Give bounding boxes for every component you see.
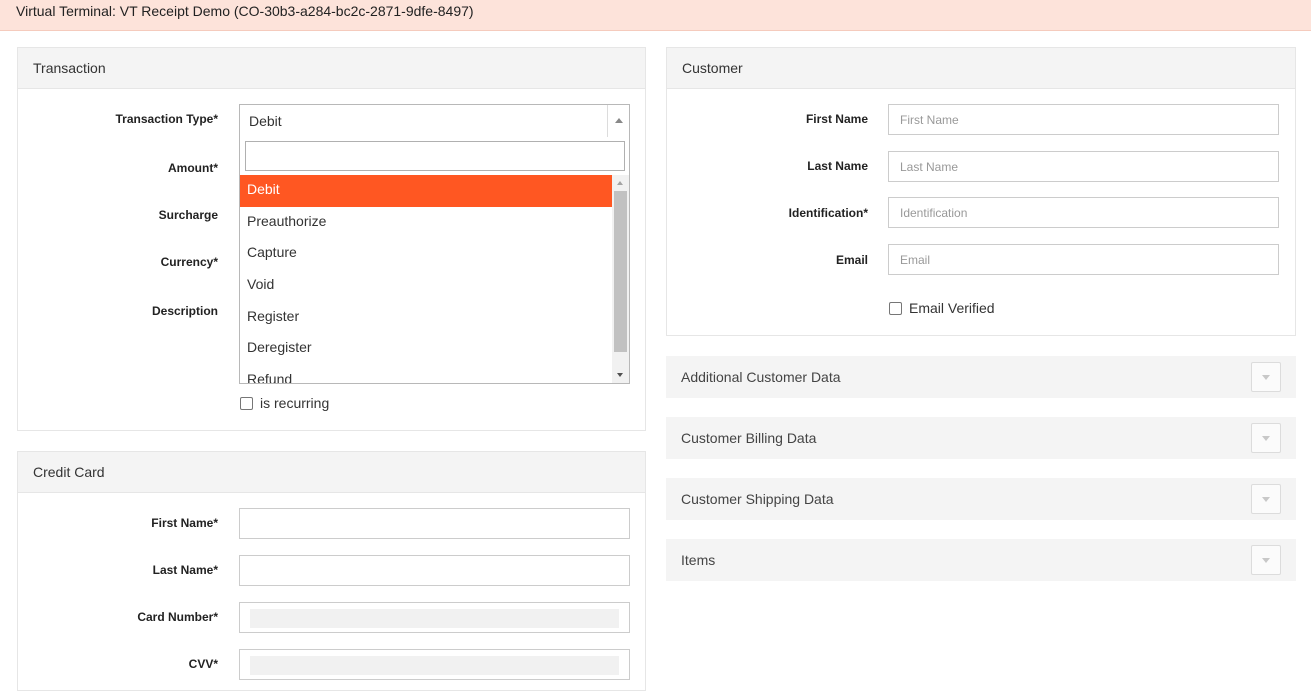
dropdown-option-refund[interactable]: Refund <box>240 365 612 383</box>
cvv-label: CVV* <box>188 657 218 671</box>
section-title: Customer Shipping Data <box>681 491 834 507</box>
credit-card-panel-title: Credit Card <box>18 452 645 493</box>
is-recurring-label: is recurring <box>260 395 330 411</box>
identification-placeholder: Identification <box>900 206 968 220</box>
surcharge-label: Surcharge <box>158 208 218 222</box>
dropdown-search-input[interactable] <box>245 141 625 171</box>
cc-first-name-label: First Name* <box>151 516 218 530</box>
description-label: Description <box>151 304 218 318</box>
email-placeholder: Email <box>900 253 931 267</box>
dropdown-option-register[interactable]: Register <box>240 302 612 334</box>
chevron-down-icon <box>1262 497 1270 502</box>
dropdown-option-deregister[interactable]: Deregister <box>240 333 612 365</box>
cc-first-name-input[interactable] <box>239 508 630 539</box>
dropdown-option-capture[interactable]: Capture <box>240 238 612 270</box>
section-title: Items <box>681 552 716 568</box>
identification-input[interactable]: Identification <box>888 197 1279 228</box>
dropdown-options-list: Debit Preauthorize Capture Void Register… <box>240 175 612 383</box>
dropdown-option-preauthorize[interactable]: Preauthorize <box>240 207 612 239</box>
is-recurring-checkbox[interactable] <box>240 397 253 410</box>
cc-last-name-label: Last Name* <box>152 563 218 577</box>
card-number-input[interactable] <box>239 602 630 633</box>
expand-button[interactable] <box>1251 545 1281 575</box>
section-title: Customer Billing Data <box>681 430 817 446</box>
transaction-type-label: Transaction Type* <box>115 112 218 126</box>
card-number-label: Card Number* <box>137 610 218 624</box>
dropdown-option-void[interactable]: Void <box>240 270 612 302</box>
expand-button[interactable] <box>1251 423 1281 453</box>
section-customer-billing-data[interactable]: Customer Billing Data <box>666 417 1296 459</box>
transaction-type-value: Debit <box>249 113 282 129</box>
expand-button[interactable] <box>1251 484 1281 514</box>
customer-last-name-input[interactable]: Last Name <box>888 151 1279 182</box>
transaction-type-select[interactable]: Debit <box>239 104 630 138</box>
card-number-iframe[interactable] <box>250 609 619 628</box>
amount-label: Amount* <box>168 161 218 175</box>
customer-first-name-input[interactable]: First Name <box>888 104 1279 135</box>
transaction-type-dropdown: Debit Preauthorize Capture Void Register… <box>239 137 630 384</box>
expand-button[interactable] <box>1251 362 1281 392</box>
scroll-down-icon[interactable] <box>617 373 623 377</box>
customer-first-name-label: First Name <box>805 112 868 126</box>
chevron-down-icon <box>1262 558 1270 563</box>
scrollbar-thumb[interactable] <box>614 191 627 352</box>
cvv-input[interactable] <box>239 649 630 680</box>
currency-label: Currency* <box>160 255 218 269</box>
cc-last-name-input[interactable] <box>239 555 630 586</box>
cvv-iframe[interactable] <box>250 656 619 675</box>
window-title-bar: Virtual Terminal: VT Receipt Demo (CO-30… <box>0 0 1311 31</box>
section-customer-shipping-data[interactable]: Customer Shipping Data <box>666 478 1296 520</box>
customer-last-name-label: Last Name <box>807 159 868 173</box>
customer-panel-title: Customer <box>667 48 1295 89</box>
dropdown-option-debit[interactable]: Debit <box>240 175 612 207</box>
customer-last-name-placeholder: Last Name <box>900 160 959 174</box>
email-label: Email <box>835 253 868 267</box>
select-toggle[interactable] <box>607 105 629 137</box>
transaction-panel-title: Transaction <box>18 48 645 89</box>
email-verified-label: Email Verified <box>909 300 995 316</box>
identification-label: Identification* <box>788 206 868 220</box>
section-additional-customer-data[interactable]: Additional Customer Data <box>666 356 1296 398</box>
email-input[interactable]: Email <box>888 244 1279 275</box>
email-verified-checkbox[interactable] <box>889 302 902 315</box>
customer-first-name-placeholder: First Name <box>900 113 959 127</box>
chevron-down-icon <box>1262 375 1270 380</box>
dropdown-scrollbar[interactable] <box>612 175 629 383</box>
customer-panel: Customer <box>666 47 1296 336</box>
chevron-up-icon <box>615 118 623 123</box>
chevron-down-icon <box>1262 436 1270 441</box>
scroll-up-icon[interactable] <box>617 181 623 185</box>
section-items[interactable]: Items <box>666 539 1296 581</box>
section-title: Additional Customer Data <box>681 369 841 385</box>
window-title: Virtual Terminal: VT Receipt Demo (CO-30… <box>16 3 474 19</box>
